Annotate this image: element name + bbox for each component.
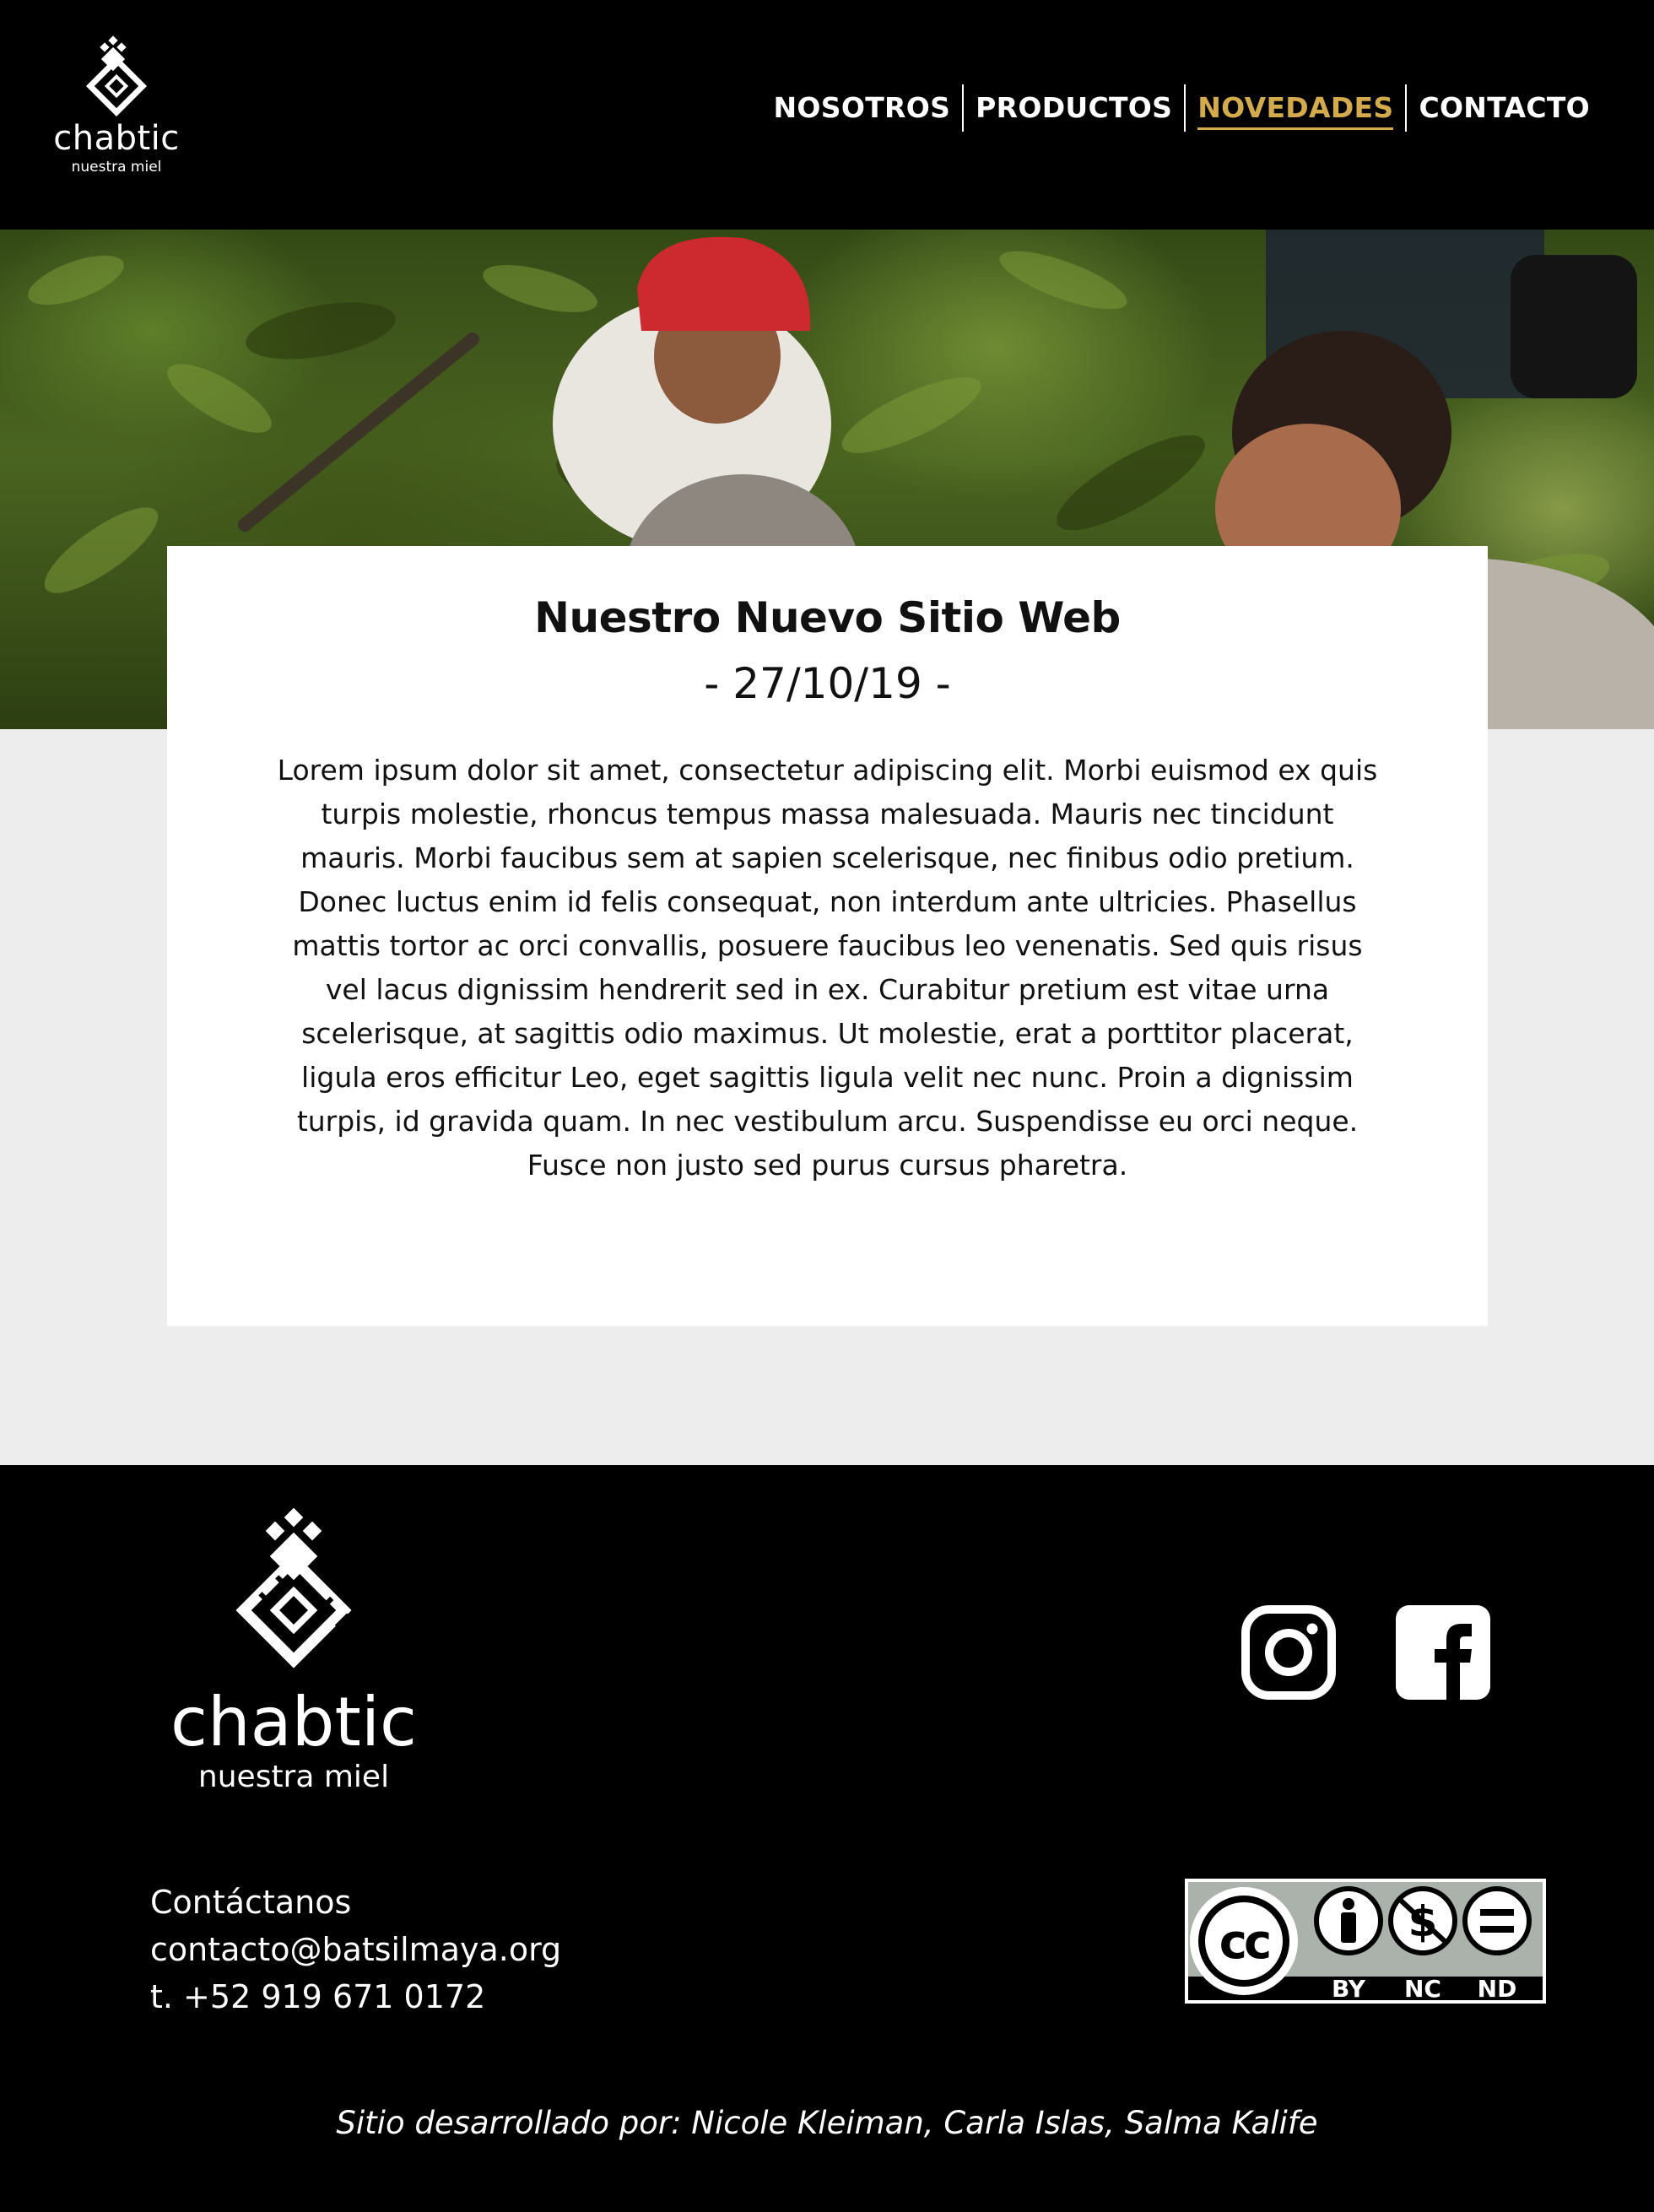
nav-item-contacto[interactable]: CONTACTO [1407,86,1602,130]
footer-brand-logo[interactable]: chabtic nuestra miel [150,1507,437,1803]
contact-phone[interactable]: t. +52 919 671 0172 [150,1973,561,2020]
footer-contact: Contáctanos contacto@batsilmaya.org t. +… [150,1879,561,2020]
nav-item-productos[interactable]: PRODUCTOS [964,86,1184,130]
article-date: - 27/10/19 - [704,659,951,708]
cc-term-nd: ND [1478,1975,1517,2003]
honeycomb-logo-icon [235,1507,352,1668]
brand-tagline: nuestra miel [71,159,162,176]
contact-email[interactable]: contacto@batsilmaya.org [150,1926,561,1973]
nav-item-novedades[interactable]: NOVEDADES [1186,86,1405,130]
facebook-link[interactable] [1396,1605,1490,1700]
site-credits: Sitio desarrollado por: Nicole Kleiman, … [336,2105,1318,2141]
article-title: Nuestro Nuevo Sitio Web [534,593,1121,642]
brand-logo[interactable]: chabtic nuestra miel [49,35,184,179]
footer-brand-name: chabtic [170,1683,418,1761]
contact-heading: Contáctanos [150,1884,352,1921]
instagram-link[interactable] [1241,1605,1336,1700]
article-body: Lorem ipsum dolor sit amet, consectetur … [277,754,1378,1182]
creative-commons-license[interactable]: cc $ BY NC ND [1183,1877,1548,2005]
instagram-icon [1241,1605,1336,1700]
footer-brand-tagline: nuestra miel [197,1760,390,1794]
cc-term-by: BY [1332,1975,1366,2003]
cc-term-nc: NC [1404,1975,1441,2003]
facebook-icon [1396,1605,1490,1700]
news-article-card: Nuestro Nuevo Sitio Web - 27/10/19 - Lor… [167,546,1488,1326]
honeycomb-logo-icon [85,35,148,116]
brand-name: chabtic [53,119,180,158]
main-nav: NOSOTROS PRODUCTOS NOVEDADES CONTACTO [762,84,1603,132]
nav-item-nosotros[interactable]: NOSOTROS [762,86,963,130]
cc-by-nc-nd-badge-icon: cc $ BY NC ND [1183,1877,1548,2005]
svg-text:cc: cc [1219,1915,1269,1970]
site-header: chabtic nuestra miel NOSOTROS PRODUCTOS … [0,0,1654,230]
